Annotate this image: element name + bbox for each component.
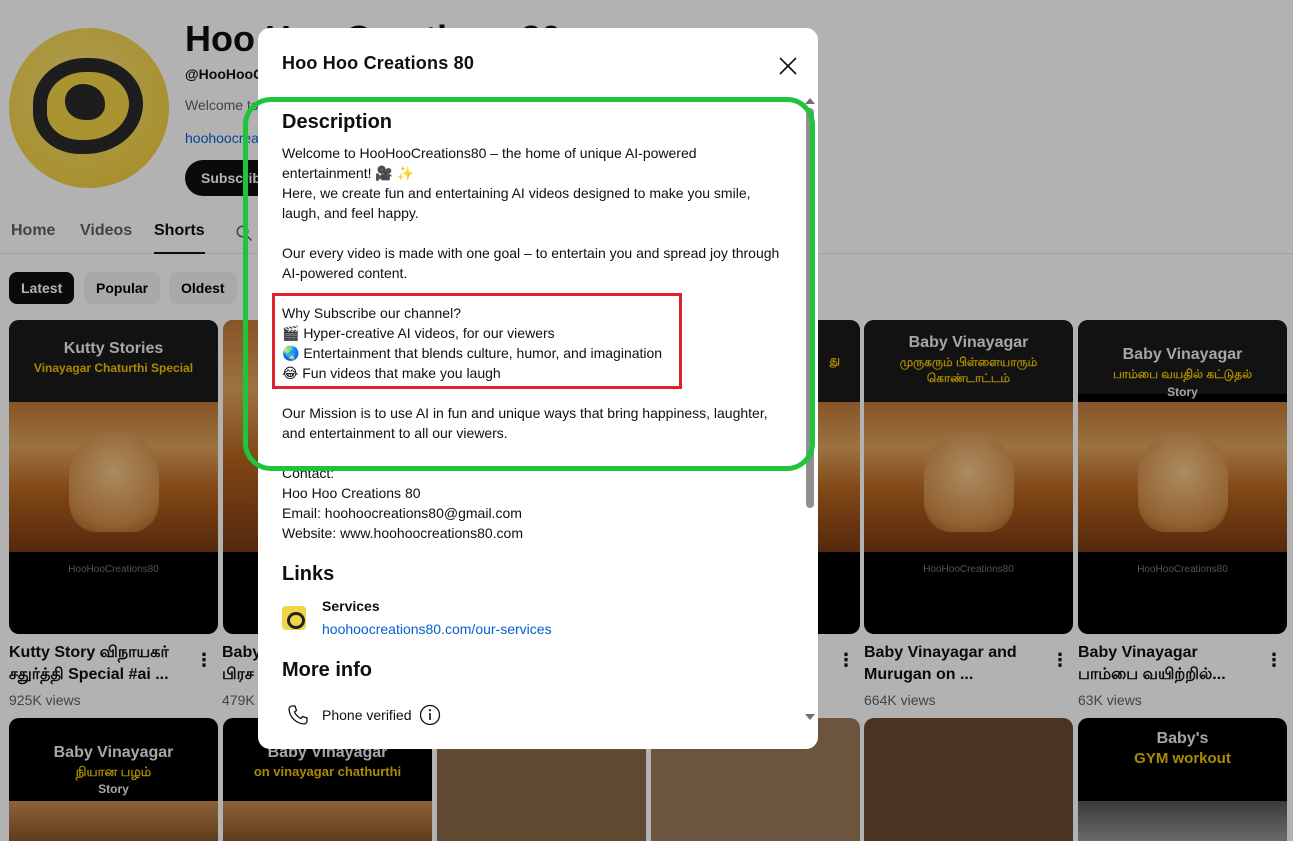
desc-line: Hoo Hoo Creations 80 [282,485,421,501]
desc-line: 🌏 Entertainment that blends culture, hum… [282,345,663,361]
scroll-up-arrow-icon[interactable] [805,98,815,104]
close-button[interactable] [774,52,802,80]
links-heading: Links [282,563,335,585]
desc-line: Here, we create fun and entertaining AI … [282,185,751,201]
desc-line: AI-powered content. [282,265,408,281]
channel-logo-icon [282,606,306,630]
scroll-thumb[interactable] [806,108,814,508]
dialog-title: Hoo Hoo Creations 80 [282,53,475,73]
dialog-body: Description Welcome to HooHooCreations80… [282,108,802,733]
desc-line: Our every video is made with one goal – … [282,245,780,261]
description-text: Welcome to HooHooCreations80 – the home … [282,143,779,543]
desc-line: Email: hoohoocreations80@gmail.com [282,505,522,521]
info-icon[interactable] [419,704,441,726]
desc-line: entertainment! 🎥 ✨ [282,165,415,181]
services-link[interactable]: hoohoocreations80.com/our-services [322,621,552,637]
close-icon [779,57,797,75]
phone-icon [288,705,308,725]
desc-line: Why Subscribe our channel? [282,305,461,321]
desc-line: Website: www.hoohoocreations80.com [282,525,523,541]
desc-line: Our Mission is to use AI in fun and uniq… [282,405,768,421]
desc-line: laugh, and feel happy. [282,205,419,221]
phone-verified-label: Phone verified [322,707,412,723]
desc-line: 🎬 Hyper-creative AI videos, for our view… [282,325,555,341]
scroll-down-arrow-icon[interactable] [805,714,815,720]
link-name: Services [322,598,380,614]
phone-verified-row: Phone verified [282,703,582,727]
desc-line: Contact: [282,465,335,481]
more-info-heading: More info [282,659,372,681]
about-dialog: Hoo Hoo Creations 80 Description Welcome… [258,28,818,749]
desc-line: and entertainment to all our viewers. [282,425,508,441]
desc-line: 😂 Fun videos that make you laugh [282,365,501,381]
desc-line: Welcome to HooHooCreations80 – the home … [282,145,697,161]
dialog-scrollbar[interactable] [802,98,816,723]
description-heading: Description [282,111,393,133]
